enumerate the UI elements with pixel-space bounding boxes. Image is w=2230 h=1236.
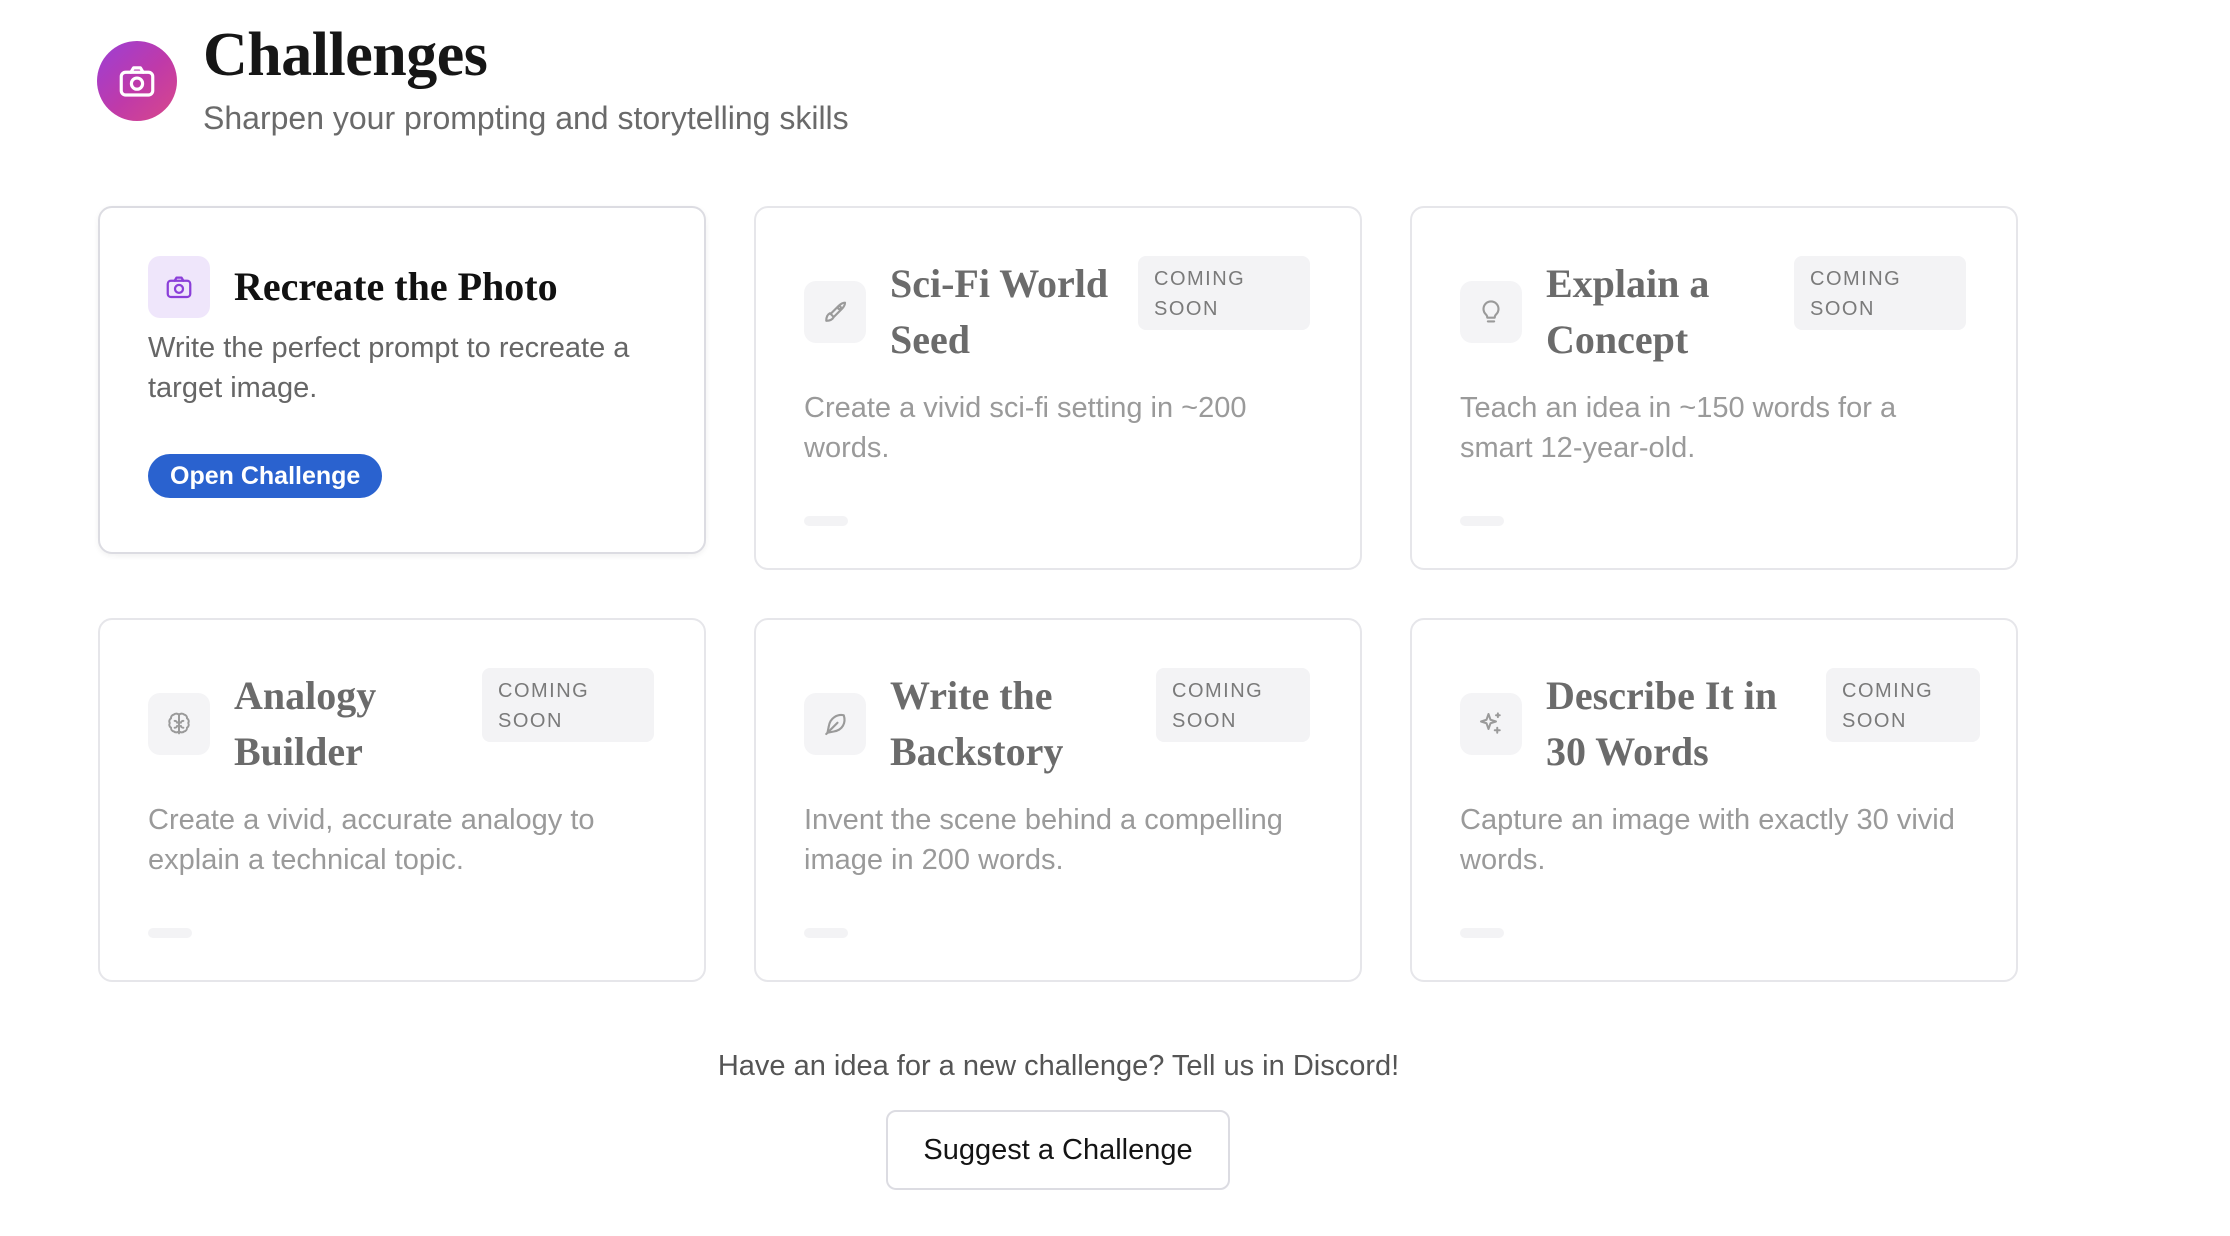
challenge-card-explain-concept: Explain a Concept COMING SOON Teach an i… bbox=[1410, 206, 2018, 570]
card-title: Describe It in 30 Words bbox=[1546, 673, 1778, 774]
open-challenge-button[interactable]: Open Challenge bbox=[148, 454, 383, 498]
card-description: Create a vivid sci-fi setting in ~200 wo… bbox=[804, 392, 1247, 464]
card-placeholder-bar bbox=[804, 516, 848, 526]
coming-soon-badge: COMING SOON bbox=[1826, 668, 1980, 742]
card-placeholder-bar bbox=[148, 928, 192, 938]
card-title: Sci-Fi World Seed bbox=[890, 261, 1109, 362]
card-description: Capture an image with exactly 30 vivid w… bbox=[1460, 804, 1955, 876]
coming-soon-badge: COMING SOON bbox=[482, 668, 654, 742]
coming-soon-badge: COMING SOON bbox=[1138, 256, 1310, 330]
coming-soon-badge: COMING SOON bbox=[1156, 668, 1310, 742]
card-title: Explain a Concept bbox=[1546, 261, 1710, 362]
challenge-card-analogy-builder: Analogy Builder COMING SOON Create a viv… bbox=[98, 618, 706, 982]
suggest-challenge-button[interactable]: Suggest a Challenge bbox=[886, 1110, 1230, 1190]
card-title: Analogy Builder bbox=[234, 673, 377, 774]
card-title: Write the Backstory bbox=[890, 673, 1064, 774]
lightbulb-icon bbox=[1460, 281, 1522, 343]
brain-icon bbox=[148, 693, 210, 755]
challenge-card-write-backstory: Write the Backstory COMING SOON Invent t… bbox=[754, 618, 1362, 982]
feather-icon bbox=[804, 693, 866, 755]
coming-soon-badge: COMING SOON bbox=[1794, 256, 1966, 330]
camera-logo-icon bbox=[97, 41, 177, 121]
card-description: Write the perfect prompt to recreate a t… bbox=[148, 332, 630, 404]
challenge-card-recreate-photo[interactable]: Recreate the Photo Write the perfect pro… bbox=[98, 206, 706, 554]
rocket-icon bbox=[804, 281, 866, 343]
challenge-card-describe-30-words: Describe It in 30 Words COMING SOON Capt… bbox=[1410, 618, 2018, 982]
sparkles-icon bbox=[1460, 693, 1522, 755]
card-placeholder-bar bbox=[1460, 928, 1504, 938]
card-placeholder-bar bbox=[1460, 516, 1504, 526]
page-header: Challenges Sharpen your prompting and st… bbox=[97, 18, 849, 138]
challenge-card-sci-fi-world-seed: Sci-Fi World Seed COMING SOON Create a v… bbox=[754, 206, 1362, 570]
page-subtitle: Sharpen your prompting and storytelling … bbox=[203, 100, 849, 136]
suggest-prompt-text: Have an idea for a new challenge? Tell u… bbox=[717, 1050, 1400, 1082]
card-description: Create a vivid, accurate analogy to expl… bbox=[148, 804, 595, 876]
card-placeholder-bar bbox=[804, 928, 848, 938]
card-description: Invent the scene behind a compelling ima… bbox=[804, 804, 1283, 876]
card-title: Recreate the Photo bbox=[234, 264, 558, 309]
camera-icon bbox=[148, 256, 210, 318]
card-description: Teach an idea in ~150 words for a smart … bbox=[1460, 392, 1897, 464]
page-title: Challenges bbox=[203, 21, 488, 89]
